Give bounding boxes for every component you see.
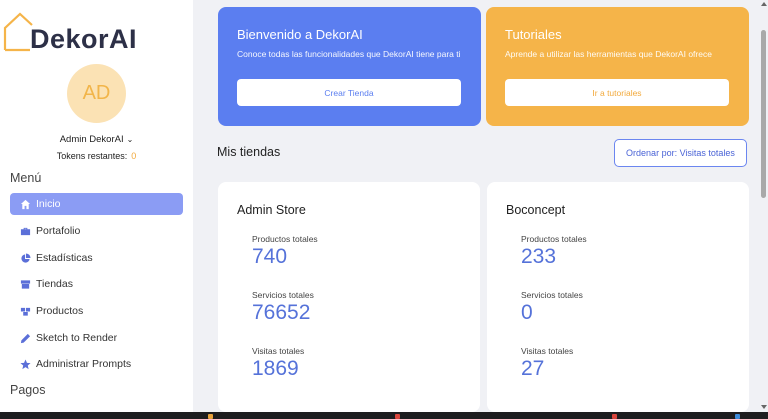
tutorials-subtitle: Aprende a utilizar las herramientas que … [505, 49, 712, 59]
store-name: Boconcept [506, 203, 566, 217]
products-value: 233 [521, 245, 557, 268]
chevron-down-icon: ⌄ [126, 135, 134, 144]
sidebar-item-label: Tiendas [36, 278, 73, 290]
store-card-boconcept[interactable]: Boconcept Productos totales 233 Servicio… [487, 182, 749, 412]
home-icon [19, 198, 31, 210]
menu-heading: Menú [10, 171, 42, 185]
visits-value: 1869 [252, 357, 299, 380]
sidebar-item-estadisticas[interactable]: Estadísticas [10, 247, 183, 269]
sidebar-item-label: Administrar Prompts [36, 358, 132, 370]
sidebar-item-label: Portafolio [36, 225, 81, 237]
sidebar-item-label: Productos [36, 305, 84, 317]
visits-label: Visitas totales [521, 346, 574, 356]
store-name: Admin Store [237, 203, 306, 217]
user-name: Admin DekorAI [59, 134, 124, 145]
visits-value: 27 [521, 357, 545, 380]
scrollbar-thumb[interactable] [761, 30, 766, 198]
payments-heading: Pagos [10, 383, 46, 397]
tutorials-card: Tutoriales Aprende a utilizar las herram… [486, 7, 749, 126]
store-icon [19, 278, 31, 290]
user-menu[interactable]: Admin DekorAI ⌄ [0, 134, 193, 145]
taskbar [0, 412, 768, 419]
tutorials-title: Tutoriales [505, 27, 562, 42]
services-value: 0 [521, 301, 533, 324]
stores-section-title: Mis tiendas [217, 145, 281, 159]
welcome-card: Bienvenido a DekorAI Conoce todas las fu… [218, 7, 481, 126]
visits-label: Visitas totales [252, 346, 305, 356]
logo[interactable]: DekorAI [2, 10, 192, 54]
sidebar-item-label: Inicio [36, 198, 61, 210]
scroll-up-icon[interactable] [761, 2, 767, 6]
pie-chart-icon [19, 252, 31, 264]
create-store-button[interactable]: Crear Tienda [237, 79, 461, 106]
taskbar-app-icon[interactable] [612, 414, 617, 419]
sidebar: DekorAI AD Admin DekorAI ⌄ Tokens restant… [0, 0, 193, 412]
sidebar-item-label: Sketch to Render [36, 332, 118, 344]
scroll-down-icon[interactable] [761, 405, 767, 409]
sidebar-item-productos[interactable]: Productos [10, 300, 183, 322]
star-icon [19, 358, 31, 370]
boxes-icon [19, 305, 31, 317]
products-label: Productos totales [252, 234, 318, 244]
sidebar-item-tiendas[interactable]: Tiendas [10, 273, 183, 295]
products-label: Productos totales [521, 234, 587, 244]
services-value: 76652 [252, 301, 311, 324]
tokens-info: Tokens restantes: 0 [0, 151, 193, 161]
pencil-icon [19, 332, 31, 344]
taskbar-app-icon[interactable] [208, 414, 213, 419]
products-value: 740 [252, 245, 288, 268]
go-to-tutorials-button[interactable]: Ir a tutoriales [505, 79, 729, 106]
welcome-title: Bienvenido a DekorAI [237, 27, 363, 42]
services-label: Servicios totales [521, 290, 583, 300]
taskbar-app-icon[interactable] [735, 414, 740, 419]
store-card-admin-store[interactable]: Admin Store Productos totales 740 Servic… [218, 182, 480, 412]
welcome-subtitle: Conoce todas las funcionalidades que Dek… [237, 49, 461, 59]
services-label: Servicios totales [252, 290, 314, 300]
sidebar-item-portafolio[interactable]: Portafolio [10, 220, 183, 242]
sidebar-item-sketch-to-render[interactable]: Sketch to Render [10, 327, 183, 349]
tokens-count: 0 [131, 151, 137, 161]
avatar[interactable]: AD [67, 64, 126, 123]
sidebar-item-administrar-prompts[interactable]: Administrar Prompts [10, 353, 183, 375]
briefcase-icon [19, 225, 31, 237]
sidebar-item-inicio[interactable]: Inicio [10, 193, 183, 215]
logo-text: DekorAI [30, 24, 138, 54]
sort-button[interactable]: Ordenar por: Visitas totales [614, 139, 747, 167]
sidebar-item-label: Estadísticas [36, 252, 93, 264]
taskbar-app-icon[interactable] [395, 414, 400, 419]
tokens-label: Tokens restantes: [56, 151, 128, 161]
